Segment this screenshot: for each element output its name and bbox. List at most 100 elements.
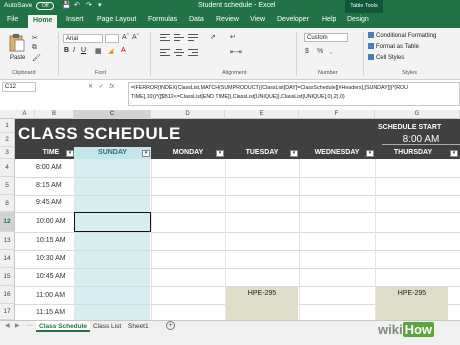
filter-dropdown-icon[interactable]: ▾	[366, 150, 374, 157]
tab-file[interactable]: File	[7, 16, 18, 23]
filter-dropdown-icon[interactable]: ▾	[450, 150, 458, 157]
time-cell[interactable]: 11:00 AM	[36, 292, 72, 299]
time-cell[interactable]: 10:45 AM	[36, 273, 72, 280]
time-cell[interactable]: 10:30 AM	[36, 255, 72, 262]
row-header[interactable]: 2	[0, 133, 15, 147]
row-header[interactable]: 4	[0, 159, 15, 177]
header-time[interactable]: TIME	[36, 147, 66, 159]
schedule-start-value[interactable]: 8:00 AM	[382, 134, 460, 145]
column-header[interactable]: E	[225, 110, 299, 119]
copy-icon[interactable]: ⧉	[32, 44, 37, 52]
row-header[interactable]: 3	[0, 147, 15, 159]
align-middle-icon[interactable]	[174, 34, 184, 42]
column-header[interactable]: F	[299, 110, 375, 119]
row-header[interactable]: 8	[0, 195, 15, 212]
orientation-icon[interactable]: ⇗	[210, 33, 216, 41]
tab-page-layout[interactable]: Page Layout	[97, 16, 136, 23]
customize-qat-icon[interactable]: ▾	[98, 1, 102, 9]
header-sunday[interactable]: SUNDAY	[74, 147, 151, 159]
align-top-icon[interactable]	[160, 34, 170, 42]
selected-cell-c12[interactable]	[74, 212, 151, 232]
increase-font-icon[interactable]: Aˆ	[122, 34, 129, 41]
time-cell[interactable]: 8:00 AM	[36, 164, 72, 171]
row-header[interactable]: 1	[0, 119, 15, 133]
align-right-icon[interactable]	[188, 49, 198, 57]
time-cell[interactable]: 10:00 AM	[36, 218, 72, 225]
tab-help[interactable]: Help	[322, 16, 336, 23]
filter-dropdown-icon[interactable]: ▾	[142, 150, 150, 157]
tab-review[interactable]: Review	[216, 16, 239, 23]
percent-style-icon[interactable]: %	[317, 48, 323, 55]
header-tuesday[interactable]: TUESDAY	[225, 147, 299, 159]
tab-insert[interactable]: Insert	[66, 16, 84, 23]
row-header[interactable]: 17	[0, 304, 15, 320]
paste-icon[interactable]	[8, 33, 26, 53]
class-event-thursday[interactable]: HPE-295	[376, 287, 448, 320]
cut-icon[interactable]: ✂	[32, 34, 38, 42]
time-cell[interactable]: 10:15 AM	[36, 237, 72, 244]
row-header[interactable]: 12	[0, 212, 15, 232]
time-cell[interactable]: 11:15 AM	[36, 309, 72, 316]
font-size-dropdown[interactable]	[105, 34, 119, 43]
conditional-formatting-button[interactable]: Conditional Formatting	[368, 32, 436, 39]
row-header[interactable]: 5	[0, 177, 15, 195]
tab-home[interactable]: Home	[28, 15, 58, 28]
decrease-font-icon[interactable]: Aˇ	[132, 34, 139, 41]
add-sheet-icon[interactable]: +	[166, 321, 175, 330]
align-bottom-icon[interactable]	[188, 34, 198, 42]
header-thursday[interactable]: THURSDAY	[375, 147, 451, 159]
tab-formulas[interactable]: Formulas	[148, 16, 177, 23]
save-icon[interactable]: 💾	[62, 1, 71, 9]
fill-color-icon[interactable]: ◢	[108, 47, 113, 55]
bold-icon[interactable]: B	[64, 47, 69, 54]
header-monday[interactable]: MONDAY	[151, 147, 225, 159]
row-header[interactable]: 14	[0, 250, 15, 268]
italic-icon[interactable]: I	[73, 47, 75, 54]
scroll-left-icon[interactable]: ◀	[5, 322, 10, 329]
wrap-text-icon[interactable]: ↵	[230, 33, 236, 41]
column-header[interactable]: D	[151, 110, 225, 119]
redo-icon[interactable]: ↷	[86, 1, 92, 9]
tab-design[interactable]: Design	[347, 16, 369, 23]
filter-dropdown-icon[interactable]: ▾	[66, 150, 74, 157]
align-left-icon[interactable]	[160, 49, 170, 57]
class-event-tuesday[interactable]: HPE-295	[226, 287, 298, 320]
column-header[interactable]: G	[375, 110, 460, 119]
cell-styles-button[interactable]: Cell Styles	[368, 54, 404, 61]
number-format-dropdown[interactable]: Custom	[304, 33, 348, 42]
format-as-table-button[interactable]: Format as Table	[368, 43, 419, 50]
align-center-icon[interactable]	[174, 49, 184, 57]
cancel-icon[interactable]: ✕	[88, 84, 93, 90]
tab-view[interactable]: View	[250, 16, 265, 23]
borders-icon[interactable]: ▦	[95, 47, 102, 55]
underline-icon[interactable]: U	[81, 47, 86, 54]
insert-function-icon[interactable]: fx	[109, 84, 114, 90]
column-header[interactable]: C	[74, 110, 151, 119]
formula-input[interactable]: =IFERROR(INDEX(ClassList,MATCH(SUMPRODUC…	[128, 82, 460, 106]
row-header[interactable]: 15	[0, 268, 15, 286]
font-name-dropdown[interactable]: Arial	[63, 34, 103, 43]
sheet-tab-class-list[interactable]: Class List	[90, 321, 124, 332]
time-cell[interactable]: 8:15 AM	[36, 182, 72, 189]
filter-dropdown-icon[interactable]: ▾	[216, 150, 224, 157]
enter-icon[interactable]: ✓	[99, 84, 104, 90]
scroll-right-icon[interactable]: ▶	[15, 322, 20, 329]
accounting-format-icon[interactable]: $	[305, 48, 309, 55]
name-box[interactable]: C12	[2, 82, 36, 92]
font-color-icon[interactable]: A	[121, 47, 126, 54]
tab-data[interactable]: Data	[189, 16, 204, 23]
paste-button[interactable]: Paste	[10, 55, 25, 61]
autosave-toggle[interactable]: Off	[36, 2, 54, 10]
header-wednesday[interactable]: WEDNESDAY	[299, 147, 375, 159]
filter-dropdown-icon[interactable]: ▾	[290, 150, 298, 157]
tab-developer[interactable]: Developer	[277, 16, 309, 23]
schedule-title[interactable]: CLASS SCHEDULE	[18, 124, 181, 144]
time-cell[interactable]: 9:45 AM	[36, 199, 72, 206]
sheet-tab-class-schedule[interactable]: Class Schedule	[36, 321, 91, 332]
comma-style-icon[interactable]: ,	[330, 48, 332, 55]
undo-icon[interactable]: ↶	[74, 1, 80, 9]
more-sheets-icon[interactable]: ⋯	[27, 322, 33, 329]
merge-center-icon[interactable]: ⇤⇥	[230, 48, 242, 56]
column-header[interactable]: A	[15, 110, 35, 119]
column-header[interactable]: B	[35, 110, 74, 119]
